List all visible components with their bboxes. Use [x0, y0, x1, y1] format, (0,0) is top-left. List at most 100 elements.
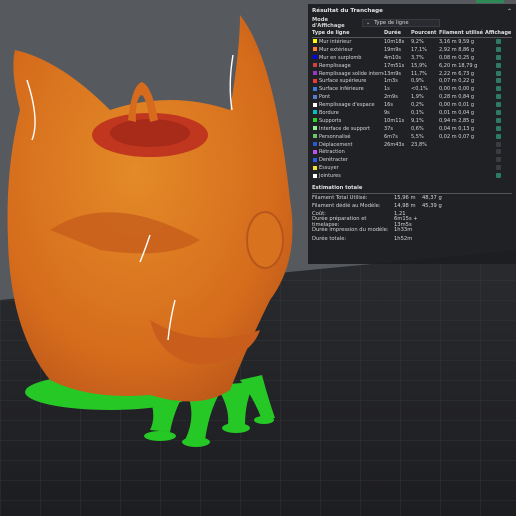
color-swatch: [313, 165, 317, 170]
display-checkbox[interactable]: [496, 125, 501, 131]
summary-value: 15,96 m: [394, 195, 416, 202]
display-checkbox[interactable]: [496, 109, 501, 115]
display-checkbox[interactable]: [496, 70, 501, 76]
duration-cell: [384, 156, 411, 164]
filament-weight: 0,07 g: [458, 133, 475, 140]
color-swatch: [313, 55, 317, 60]
display-cell: [485, 38, 512, 46]
percent-cell: 0,6%: [411, 125, 424, 132]
display-checkbox[interactable]: [496, 54, 501, 60]
filament-cell: 2,22 m 6,73 g: [439, 70, 485, 78]
display-checkbox[interactable]: [496, 46, 501, 52]
line-type-name: Jointures: [319, 173, 341, 180]
table-row: Rétraction: [312, 148, 512, 156]
duration-cell: [384, 148, 411, 156]
color-swatch: [313, 126, 317, 131]
display-cell: [485, 46, 512, 54]
percent-cell: 3,7%: [411, 54, 424, 61]
duration-cell: 6m7s: [384, 133, 398, 140]
percent-cell: 23,8%: [411, 141, 427, 148]
filament-weight: 8,86 g: [458, 46, 475, 53]
line-type-cell: Bordure: [312, 109, 384, 117]
display-checkbox[interactable]: [496, 157, 501, 163]
filament-length: 0,28 m: [439, 94, 457, 101]
line-type-cell: Personnalisé: [312, 133, 384, 141]
color-swatch: [313, 173, 317, 178]
line-type-cell: Essuyer: [312, 164, 384, 172]
display-cell: [485, 93, 512, 101]
slicing-result-panel: Résultat du Tranchage ⌃ Mode d'Affichage…: [308, 4, 516, 264]
line-type-name: Surface inférieure: [319, 86, 364, 93]
filament-cell: 6,20 m 18,79 g: [439, 62, 485, 70]
duration-cell: 13m9s: [384, 70, 402, 77]
line-type-cell: Surface supérieure: [312, 77, 384, 85]
color-swatch: [313, 110, 317, 115]
display-checkbox[interactable]: [496, 165, 501, 171]
filament-length: 0,04 m: [439, 125, 457, 132]
display-cell: [485, 148, 512, 156]
display-cell: [485, 109, 512, 117]
line-type-cell: Supports: [312, 117, 384, 125]
display-checkbox[interactable]: [496, 86, 501, 92]
filament-weight: 6,73 g: [458, 70, 475, 77]
percent-cell: 9,1%: [411, 117, 424, 124]
percent-cell: [411, 172, 439, 180]
filament-cell: 0,07 m 0,22 g: [439, 77, 485, 85]
duration-cell: 9s: [384, 109, 390, 116]
column-header: Durée: [384, 28, 411, 38]
filament-cell: 3,16 m 9,59 g: [439, 38, 485, 46]
line-type-name: Surface supérieure: [319, 78, 367, 85]
filament-weight: 0,84 g: [458, 94, 475, 101]
filament-cell: 0,08 m 0,25 g: [439, 54, 485, 62]
display-cell: [485, 77, 512, 85]
display-checkbox[interactable]: [496, 62, 501, 68]
line-type-cell: Rétraction: [312, 148, 384, 156]
table-row: Remplissage solide interne 13m9s 11,7% 2,22…: [312, 70, 512, 78]
line-type-cell: Remplissage: [312, 62, 384, 70]
display-checkbox[interactable]: [496, 102, 501, 108]
duration-cell: [384, 164, 411, 172]
display-checkbox[interactable]: [496, 173, 501, 179]
display-mode-select[interactable]: ⌄ Type de ligne: [362, 19, 440, 27]
filament-cell: [439, 156, 485, 164]
duration-cell: 16s: [384, 102, 393, 109]
display-checkbox[interactable]: [496, 38, 501, 44]
display-cell: [485, 141, 512, 149]
filament-cell: 0,00 m 0,00 g: [439, 85, 485, 93]
line-type-cell: Mur intérieur: [312, 38, 384, 46]
display-checkbox[interactable]: [496, 133, 501, 139]
display-checkbox[interactable]: [496, 94, 501, 100]
line-type-name: Mur intérieur: [319, 38, 352, 45]
column-header: Filament utilisé: [439, 28, 485, 38]
line-type-cell: Interface de support: [312, 125, 384, 133]
line-type-name: Bordure: [319, 109, 339, 116]
display-checkbox[interactable]: [496, 149, 501, 155]
filament-cell: [439, 164, 485, 172]
color-swatch: [313, 39, 317, 44]
chevron-up-icon[interactable]: ⌃: [507, 8, 512, 15]
display-checkbox[interactable]: [496, 78, 501, 84]
percent-cell: 1,9%: [411, 94, 424, 101]
line-type-cell: Derétracter: [312, 156, 384, 164]
filament-weight: 0,00 g: [458, 86, 475, 93]
display-cell: [485, 62, 512, 70]
filament-weight: 18,79 g: [458, 62, 478, 69]
table-row: Jointures: [312, 172, 512, 180]
line-type-cell: Remplissage d'espace: [312, 101, 384, 109]
color-swatch: [313, 157, 317, 162]
display-cell: [485, 172, 512, 180]
summary-value: 1h52m: [394, 235, 413, 242]
display-checkbox[interactable]: [496, 141, 501, 147]
display-cell: [485, 70, 512, 78]
line-type-name: Essuyer: [319, 165, 339, 172]
color-swatch: [313, 47, 317, 52]
filament-cell: [439, 172, 485, 180]
toolbar-button[interactable]: [476, 0, 504, 3]
summary-row: Durée impression du modèle: 1h33m: [312, 226, 512, 234]
filament-length: 3,16 m: [439, 38, 457, 45]
line-type-cell: Remplissage solide interne: [312, 70, 384, 78]
filament-length: 0,01 m: [439, 109, 457, 116]
summary-value: 14,98 m: [394, 203, 416, 210]
display-checkbox[interactable]: [496, 117, 501, 123]
filament-weight: 0,22 g: [458, 78, 475, 85]
